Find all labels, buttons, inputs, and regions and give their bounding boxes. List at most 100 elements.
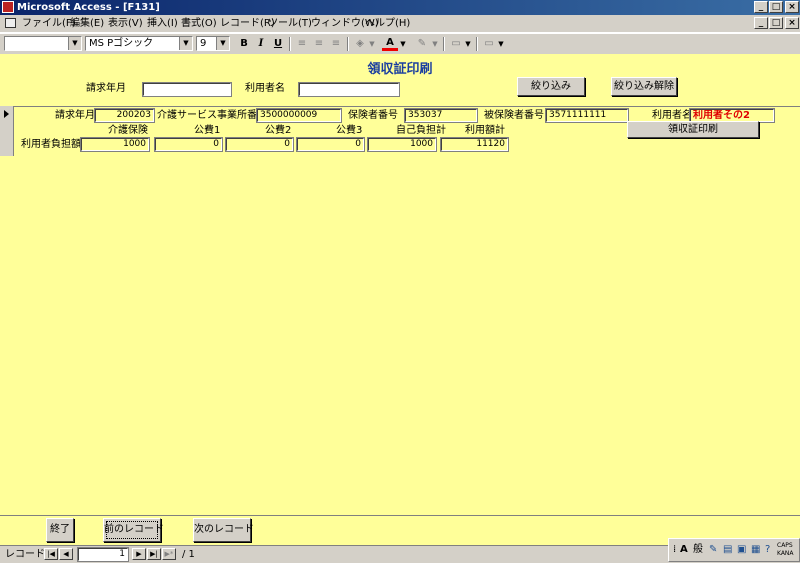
next-record-nav-button[interactable]: ▶ — [132, 548, 146, 560]
menu-records[interactable]: レコード(R) — [220, 17, 275, 30]
new-record-button[interactable]: ▶* — [162, 548, 176, 560]
menu-edit[interactable]: 編集(E) — [70, 17, 104, 30]
special-effect-button[interactable]: ▭ — [481, 37, 497, 51]
record-nav-label: レコード: — [5, 549, 49, 560]
chevron-down-icon[interactable]: ▼ — [497, 37, 505, 51]
current-record-input[interactable]: 1 — [77, 547, 129, 562]
border-width-button[interactable]: ▭ — [448, 37, 464, 51]
first-record-button[interactable]: |◀ — [44, 548, 58, 560]
public-expense-3-field[interactable]: 0 — [296, 137, 365, 152]
doc-close-button[interactable]: × — [785, 17, 799, 29]
menu-help[interactable]: ヘルプ(H) — [365, 17, 410, 30]
close-button[interactable]: × — [785, 1, 799, 13]
properties-icon[interactable]: ▣ — [737, 544, 746, 556]
provider-number-field[interactable]: 3500000009 — [256, 108, 342, 123]
ime-grip-icon[interactable]: ⁞ — [673, 544, 676, 556]
record-total: / 1 — [182, 549, 195, 560]
font-name-value: MS Pゴシック — [89, 38, 154, 49]
current-record-arrow-icon — [4, 110, 9, 118]
menu-format[interactable]: 書式(O) — [181, 17, 217, 30]
public-expense-1-label: 公費1 — [194, 125, 221, 136]
input-mode-icon[interactable]: A — [680, 544, 688, 556]
font-size-value: 9 — [200, 38, 207, 49]
record-selector[interactable] — [0, 106, 14, 156]
bold-button[interactable]: B — [236, 37, 252, 51]
chevron-down-icon[interactable]: ▼ — [216, 37, 229, 50]
line-color-button[interactable]: ✎ — [414, 37, 430, 51]
self-pay-total-field[interactable]: 1000 — [367, 137, 437, 152]
toolbar-separator — [476, 37, 478, 51]
toolbar-separator — [347, 37, 349, 51]
chevron-down-icon[interactable]: ▼ — [431, 37, 439, 51]
filter-billing-month-input[interactable] — [142, 82, 232, 97]
kana-indicator: KANA — [777, 550, 794, 557]
print-receipt-button[interactable]: 領収証印刷 — [627, 121, 759, 138]
billing-month-label: 請求年月 — [55, 110, 95, 121]
prev-record-nav-button[interactable]: ◀ — [59, 548, 73, 560]
provider-number-label: 介護サービス事業所番号 — [157, 110, 267, 121]
ime-pad-icon[interactable]: ✎ — [709, 544, 717, 556]
help-icon[interactable]: ? — [765, 544, 770, 556]
align-center-button[interactable]: ≡ — [311, 37, 327, 51]
access-app-icon[interactable] — [2, 1, 14, 13]
exit-button[interactable]: 終了 — [46, 518, 74, 542]
menu-bar: ファイル(F) 編集(E) 表示(V) 挿入(I) 書式(O) レコード(R) … — [0, 15, 800, 33]
public-expense-3-label: 公費3 — [336, 125, 363, 136]
menu-file[interactable]: ファイル(F) — [22, 17, 76, 30]
form-document-icon[interactable] — [5, 18, 16, 28]
window-title: Microsoft Access - [F131] — [17, 2, 160, 13]
ime-conversion-mode[interactable]: 般 — [693, 544, 703, 556]
previous-record-button[interactable]: 前のレコード — [103, 518, 164, 542]
filter-apply-button[interactable]: 絞り込み — [517, 77, 585, 96]
formatting-toolbar: ▼ MS Pゴシック ▼ 9 ▼ B I U ≡ ≡ ≡ ◈ ▼ A ▼ ✎ ▼… — [0, 33, 800, 55]
title-bar: Microsoft Access - [F131] _ □ × — [0, 0, 800, 15]
usage-total-label: 利用額計 — [465, 125, 505, 136]
toolbar-separator — [443, 37, 445, 51]
insured-number-label: 被保険者番号 — [484, 110, 544, 121]
fill-color-button[interactable]: ◈ — [352, 37, 368, 51]
next-record-button[interactable]: 次のレコード — [193, 518, 254, 542]
self-pay-total-label: 自己負担計 — [396, 125, 446, 136]
filter-user-name-input[interactable] — [298, 82, 400, 97]
underline-button[interactable]: U — [270, 37, 286, 51]
insurer-number-field[interactable]: 353037 — [404, 108, 478, 123]
insured-number-field[interactable]: 3571111111 — [545, 108, 629, 123]
chevron-down-icon[interactable]: ▼ — [368, 37, 376, 51]
object-combo[interactable]: ▼ — [4, 36, 82, 51]
chevron-down-icon[interactable]: ▼ — [399, 37, 407, 51]
align-right-button[interactable]: ≡ — [328, 37, 344, 51]
user-burden-label: 利用者負担額 — [21, 139, 81, 150]
font-size-combo[interactable]: 9 ▼ — [196, 36, 230, 51]
menu-insert[interactable]: 挿入(I) — [147, 17, 178, 30]
chevron-down-icon[interactable]: ▼ — [179, 37, 192, 50]
care-insurance-label: 介護保険 — [108, 125, 148, 136]
form-title: 領収証印刷 — [367, 62, 433, 77]
billing-month-field[interactable]: 200203 — [94, 108, 155, 123]
italic-button[interactable]: I — [253, 37, 269, 51]
filter-clear-button[interactable]: 絞り込み解除 — [611, 77, 677, 96]
keyboard-icon[interactable]: ▦ — [751, 544, 760, 556]
maximize-button[interactable]: □ — [769, 1, 783, 13]
font-name-combo[interactable]: MS Pゴシック ▼ — [85, 36, 193, 51]
menu-tools[interactable]: ツール(T) — [268, 17, 312, 30]
form-area: 領収証印刷 請求年月 利用者名 絞り込み 絞り込み解除 請求年月 200203 … — [0, 54, 800, 546]
chevron-down-icon[interactable]: ▼ — [68, 37, 81, 50]
care-insurance-field[interactable]: 1000 — [80, 137, 150, 152]
chevron-down-icon[interactable]: ▼ — [464, 37, 472, 51]
usage-total-field[interactable]: 11120 — [440, 137, 509, 152]
public-expense-2-field[interactable]: 0 — [225, 137, 294, 152]
doc-restore-button[interactable]: □ — [769, 17, 783, 29]
last-record-button[interactable]: ▶| — [147, 548, 161, 560]
caps-indicator: CAPS — [777, 542, 793, 549]
public-expense-1-field[interactable]: 0 — [154, 137, 223, 152]
menu-view[interactable]: 表示(V) — [108, 17, 143, 30]
doc-minimize-button[interactable]: _ — [754, 17, 768, 29]
dictionary-icon[interactable]: ▤ — [723, 544, 732, 556]
insurer-number-label: 保険者番号 — [348, 110, 398, 121]
filter-billing-month-label: 請求年月 — [86, 83, 126, 94]
public-expense-2-label: 公費2 — [265, 125, 292, 136]
font-color-button[interactable]: A — [382, 37, 398, 51]
minimize-button[interactable]: _ — [754, 1, 768, 13]
ime-toolbar: ⁞ A 般 ✎ ▤ ▣ ▦ ? CAPS KANA — [668, 538, 800, 562]
align-left-button[interactable]: ≡ — [294, 37, 310, 51]
